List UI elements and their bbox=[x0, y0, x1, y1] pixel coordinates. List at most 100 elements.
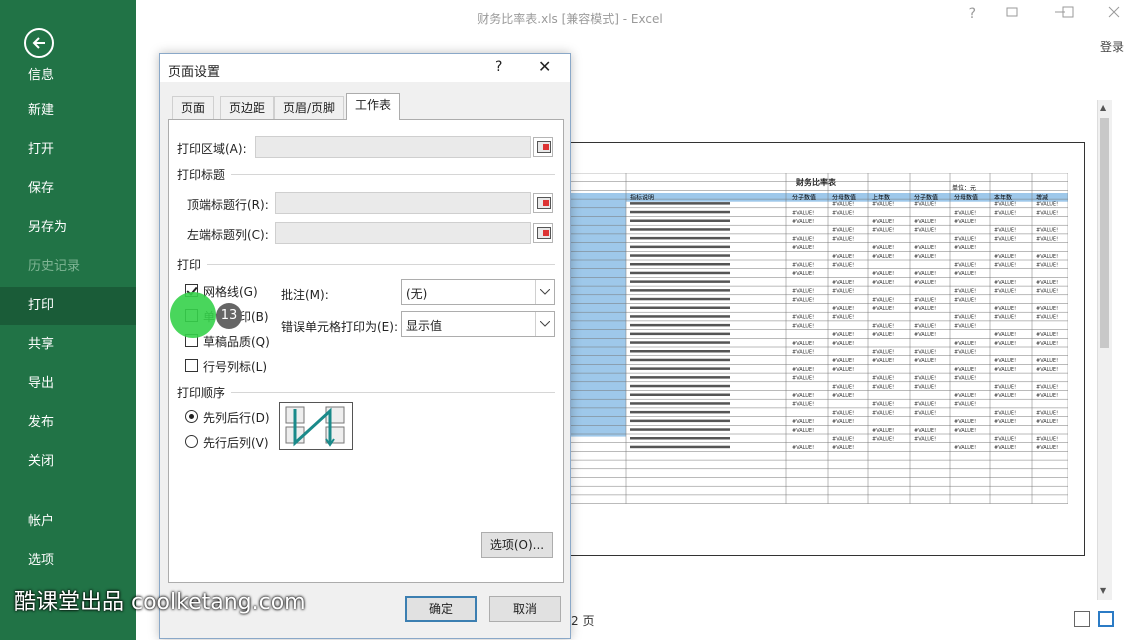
preview-value-cell: #VALUE! bbox=[792, 402, 814, 408]
comments-select[interactable]: (无) bbox=[401, 279, 555, 305]
preview-value-cell: #VALUE! bbox=[832, 393, 854, 399]
help-icon[interactable]: ? bbox=[969, 6, 976, 22]
preview-value-cell: #VALUE! bbox=[954, 341, 976, 347]
scroll-up-icon[interactable]: ▲ bbox=[1100, 103, 1106, 112]
preview-unit-label: 单位：元 bbox=[952, 184, 976, 192]
nav-new[interactable]: 新建 bbox=[0, 92, 136, 130]
preview-value-cell: #VALUE! bbox=[792, 271, 814, 277]
nav-close[interactable]: 关闭 bbox=[0, 443, 136, 481]
close-window-icon[interactable] bbox=[1108, 6, 1120, 22]
options-button[interactable]: 选项(O)... bbox=[481, 532, 553, 558]
left-cols-input[interactable] bbox=[275, 222, 531, 244]
draft-label[interactable]: 草稿品质(Q) bbox=[203, 333, 270, 350]
scroll-thumb[interactable] bbox=[1100, 118, 1109, 348]
ok-button[interactable]: 确定 bbox=[405, 596, 477, 622]
print-area-input[interactable] bbox=[255, 136, 531, 158]
preview-value-cell: #VALUE! bbox=[994, 289, 1016, 295]
errors-select[interactable]: 显示值 bbox=[401, 311, 555, 337]
preview-value-cell: #VALUE! bbox=[872, 428, 894, 434]
left-cols-label: 左端标题列(C): bbox=[187, 228, 269, 242]
chevron-down-icon[interactable] bbox=[535, 312, 554, 336]
nav-info[interactable]: 信息 bbox=[28, 64, 54, 83]
preview-value-cell: #VALUE! bbox=[832, 437, 854, 443]
preview-value-cell: #VALUE! bbox=[832, 254, 854, 260]
tab-sheet[interactable]: 工作表 bbox=[346, 93, 401, 120]
gridlines-label[interactable]: 网格线(G) bbox=[203, 283, 258, 300]
cancel-button[interactable]: 取消 bbox=[489, 596, 561, 622]
preview-value-cell: #VALUE! bbox=[872, 332, 894, 338]
preview-value-cell: #VALUE! bbox=[832, 280, 854, 286]
nav-publish[interactable]: 发布 bbox=[0, 404, 136, 442]
print-area-label: 打印区域(A): bbox=[177, 142, 247, 156]
preview-value-cell: #VALUE! bbox=[1036, 358, 1058, 364]
chevron-down-icon[interactable] bbox=[535, 280, 554, 304]
tab-header-footer[interactable]: 页眉/页脚 bbox=[274, 96, 345, 119]
preview-value-cell: #VALUE! bbox=[1036, 263, 1058, 269]
back-arrow-icon[interactable] bbox=[24, 28, 54, 58]
preview-value-cell: #VALUE! bbox=[872, 384, 894, 390]
window-title: 财务比率表.xls [兼容模式] - Excel bbox=[477, 12, 663, 26]
preview-description-text bbox=[630, 245, 730, 249]
preview-value-cell: #VALUE! bbox=[954, 289, 976, 295]
nav-save[interactable]: 保存 bbox=[0, 170, 136, 208]
preview-value-cell: #VALUE! bbox=[994, 419, 1016, 425]
preview-value-cell: #VALUE! bbox=[1036, 228, 1058, 234]
tab-page[interactable]: 页面 bbox=[172, 96, 215, 119]
preview-header-cell: 分母数值 bbox=[954, 194, 978, 202]
preview-value-cell: #VALUE! bbox=[1036, 332, 1058, 338]
preview-value-cell: #VALUE! bbox=[792, 428, 814, 434]
dialog-help-icon[interactable]: ? bbox=[495, 59, 502, 75]
top-rows-input[interactable] bbox=[275, 192, 531, 214]
preview-value-cell: #VALUE! bbox=[1036, 210, 1058, 216]
preview-value-cell: #VALUE! bbox=[914, 297, 936, 303]
preview-value-cell: #VALUE! bbox=[832, 202, 854, 208]
preview-value-cell: #VALUE! bbox=[1036, 393, 1058, 399]
preview-value-cell: #VALUE! bbox=[1036, 410, 1058, 416]
preview-value-cell: #VALUE! bbox=[872, 228, 894, 234]
dialog-close-icon[interactable]: ✕ bbox=[538, 57, 551, 76]
ribbon-display-icon[interactable] bbox=[1006, 6, 1018, 22]
preview-value-cell: #VALUE! bbox=[914, 271, 936, 277]
range-picker-icon[interactable] bbox=[533, 223, 553, 243]
nav-export[interactable]: 导出 bbox=[0, 365, 136, 403]
nav-account[interactable]: 帐户 bbox=[0, 503, 136, 541]
preview-value-cell: #VALUE! bbox=[914, 306, 936, 312]
preview-description-text bbox=[630, 332, 730, 336]
zoom-to-page-icon[interactable] bbox=[1097, 611, 1114, 627]
preview-value-cell: #VALUE! bbox=[832, 358, 854, 364]
login-link[interactable]: 登录 bbox=[1100, 38, 1124, 55]
down-then-over-label[interactable]: 先列后行(D) bbox=[203, 409, 270, 426]
nav-options[interactable]: 选项 bbox=[0, 542, 136, 580]
preview-value-cell: #VALUE! bbox=[994, 236, 1016, 242]
preview-description-text bbox=[630, 254, 730, 257]
preview-value-cell: #VALUE! bbox=[994, 445, 1016, 451]
over-then-down-label[interactable]: 先行后列(V) bbox=[203, 434, 269, 451]
show-margins-icon[interactable] bbox=[1074, 611, 1090, 627]
preview-value-cell: #VALUE! bbox=[994, 410, 1016, 416]
row-col-headers-checkbox[interactable] bbox=[185, 359, 198, 372]
preview-value-cell: #VALUE! bbox=[872, 350, 894, 356]
nav-share[interactable]: 共享 bbox=[0, 326, 136, 364]
range-picker-icon[interactable] bbox=[533, 137, 553, 157]
preview-value-cell: #VALUE! bbox=[1036, 384, 1058, 390]
nav-print[interactable]: 打印 bbox=[0, 287, 136, 325]
preview-value-cell: #VALUE! bbox=[914, 245, 936, 251]
preview-value-cell: #VALUE! bbox=[872, 271, 894, 277]
tab-margins[interactable]: 页边距 bbox=[220, 96, 275, 119]
down-then-over-radio[interactable] bbox=[185, 410, 198, 423]
preview-value-cell: #VALUE! bbox=[1036, 202, 1058, 208]
maximize-icon[interactable] bbox=[1062, 6, 1074, 22]
range-picker-icon[interactable] bbox=[533, 193, 553, 213]
nav-open[interactable]: 打开 bbox=[0, 131, 136, 169]
preview-description-text bbox=[630, 437, 730, 440]
preview-scrollbar[interactable]: ▲ ▼ bbox=[1097, 100, 1112, 600]
errors-value: 显示值 bbox=[406, 319, 443, 333]
dialog-body: 页面 页边距 页眉/页脚 工作表 打印区域(A): 打印标题 顶端标题行(R):… bbox=[160, 82, 570, 638]
scroll-down-icon[interactable]: ▼ bbox=[1100, 586, 1106, 595]
over-then-down-radio[interactable] bbox=[185, 435, 198, 448]
nav-save-as[interactable]: 另存为 bbox=[0, 209, 136, 247]
preview-description-text bbox=[630, 219, 730, 222]
separator bbox=[231, 174, 555, 175]
row-col-headers-label[interactable]: 行号列标(L) bbox=[203, 358, 267, 375]
preview-value-cell: #VALUE! bbox=[832, 384, 854, 390]
